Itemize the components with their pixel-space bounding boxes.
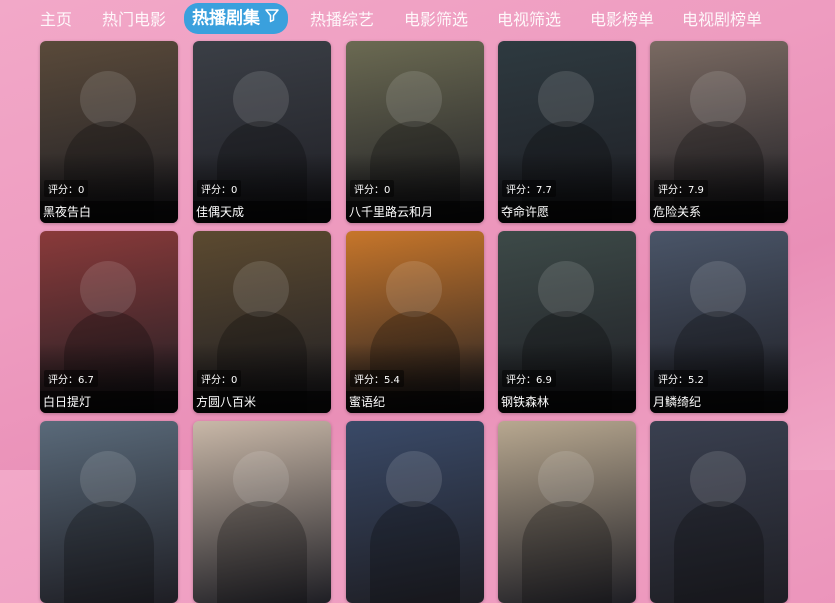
poster-figure <box>217 501 307 603</box>
show-title: 黑夜告白 <box>43 205 92 219</box>
show-title: 蜜语纪 <box>349 395 386 409</box>
score-value: 0 <box>78 185 85 196</box>
poster-figure <box>233 261 289 317</box>
show-card[interactable]: 评分：6.9 钢铁森林 <box>498 231 636 413</box>
nav-tab-0[interactable]: 主页 <box>40 6 72 34</box>
score-badge: 评分：6.7 <box>44 370 98 387</box>
show-card[interactable]: 评分：7.7 夺命许愿 <box>498 41 636 223</box>
nav-tab-6[interactable]: 电影榜单 <box>590 6 654 34</box>
poster-figure <box>538 451 594 507</box>
show-title: 白日提灯 <box>43 395 92 409</box>
show-card[interactable]: 评分：0 方圆八百米 <box>193 231 331 413</box>
score-value: 6.9 <box>536 375 552 386</box>
nav-tab-5[interactable]: 电视筛选 <box>497 6 561 34</box>
poster-figure <box>538 261 594 317</box>
poster-figure <box>674 501 764 603</box>
score-badge: 评分：0 <box>44 180 89 197</box>
score-prefix: 评分： <box>506 375 536 386</box>
nav-tab-4[interactable]: 电影筛选 <box>404 6 468 34</box>
nav-tab-2[interactable]: 热播剧集 <box>184 3 288 34</box>
score-badge: 评分：0 <box>197 180 242 197</box>
show-title: 月鳞绮纪 <box>653 395 702 409</box>
nav-tab-label: 电影筛选 <box>404 10 469 29</box>
score-prefix: 评分： <box>48 375 78 386</box>
poster-figure <box>233 451 289 507</box>
poster-figure <box>233 71 289 127</box>
show-card[interactable] <box>650 421 788 603</box>
show-card[interactable]: 评分：7.9 危险关系 <box>650 41 788 223</box>
show-title: 钢铁森林 <box>501 395 550 409</box>
poster-figure <box>386 261 442 317</box>
nav-tab-label: 热播剧集 <box>192 8 260 29</box>
nav-tab-label: 电视剧榜单 <box>682 10 763 29</box>
score-value: 0 <box>231 185 238 196</box>
score-prefix: 评分： <box>658 185 688 196</box>
show-title: 危险关系 <box>653 205 702 219</box>
poster-figure <box>370 501 460 603</box>
poster-figure <box>690 71 746 127</box>
poster-figure <box>80 451 136 507</box>
nav-tab-label: 电影榜单 <box>590 10 655 29</box>
poster-figure <box>80 71 136 127</box>
score-value: 5.4 <box>384 375 400 386</box>
show-title: 佳偶天成 <box>196 205 245 219</box>
show-card[interactable] <box>40 421 178 603</box>
nav-tab-1[interactable]: 热门电影 <box>102 6 166 34</box>
score-value: 6.7 <box>78 375 94 386</box>
nav-tab-label: 主页 <box>40 10 73 29</box>
show-title: 八千里路云和月 <box>349 205 434 219</box>
score-badge: 评分：0 <box>350 180 395 197</box>
show-title: 方圆八百米 <box>196 395 257 409</box>
show-card[interactable] <box>498 421 636 603</box>
score-badge: 评分：6.9 <box>502 370 556 387</box>
score-badge: 评分：7.7 <box>502 180 556 197</box>
score-value: 7.7 <box>536 185 552 196</box>
show-title: 夺命许愿 <box>501 205 550 219</box>
show-card[interactable]: 评分：0 佳偶天成 <box>193 41 331 223</box>
score-value: 0 <box>231 375 238 386</box>
nav-tab-label: 热门电影 <box>102 10 167 29</box>
score-value: 7.9 <box>688 185 704 196</box>
poster-figure <box>522 501 612 603</box>
score-prefix: 评分： <box>658 375 688 386</box>
show-card[interactable]: 评分：5.4 蜜语纪 <box>346 231 484 413</box>
poster-figure <box>386 451 442 507</box>
nav-tab-7[interactable]: 电视剧榜单 <box>682 6 762 34</box>
score-prefix: 评分： <box>506 185 536 196</box>
score-value: 5.2 <box>688 375 704 386</box>
poster-figure <box>80 261 136 317</box>
poster-figure <box>690 451 746 507</box>
poster-figure <box>64 501 154 603</box>
score-badge: 评分：5.2 <box>654 370 708 387</box>
score-badge: 评分：5.4 <box>350 370 404 387</box>
score-prefix: 评分： <box>48 185 78 196</box>
nav-tab-label: 热播综艺 <box>310 10 375 29</box>
score-value: 0 <box>384 185 391 196</box>
show-card[interactable] <box>193 421 331 603</box>
score-prefix: 评分： <box>354 375 384 386</box>
show-card[interactable]: 评分：5.2 月鳞绮纪 <box>650 231 788 413</box>
poster-figure <box>538 71 594 127</box>
score-prefix: 评分： <box>201 375 231 386</box>
show-card[interactable]: 评分：0 黑夜告白 <box>40 41 178 223</box>
poster-figure <box>386 71 442 127</box>
score-prefix: 评分： <box>201 185 231 196</box>
show-card[interactable]: 评分：6.7 白日提灯 <box>40 231 178 413</box>
nav-tab-label: 电视筛选 <box>497 10 562 29</box>
score-prefix: 评分： <box>354 185 384 196</box>
top-nav: 主页 热门电影 热播剧集 热播综艺 电影筛选 电视筛选 电影榜单 电视剧榜单 <box>0 0 835 38</box>
nav-tab-3[interactable]: 热播综艺 <box>310 6 374 34</box>
score-badge: 评分：0 <box>197 370 242 387</box>
show-card[interactable] <box>346 421 484 603</box>
filter-icon[interactable] <box>264 3 280 34</box>
poster-figure <box>690 261 746 317</box>
score-badge: 评分：7.9 <box>654 180 708 197</box>
show-card[interactable]: 评分：0 八千里路云和月 <box>346 41 484 223</box>
